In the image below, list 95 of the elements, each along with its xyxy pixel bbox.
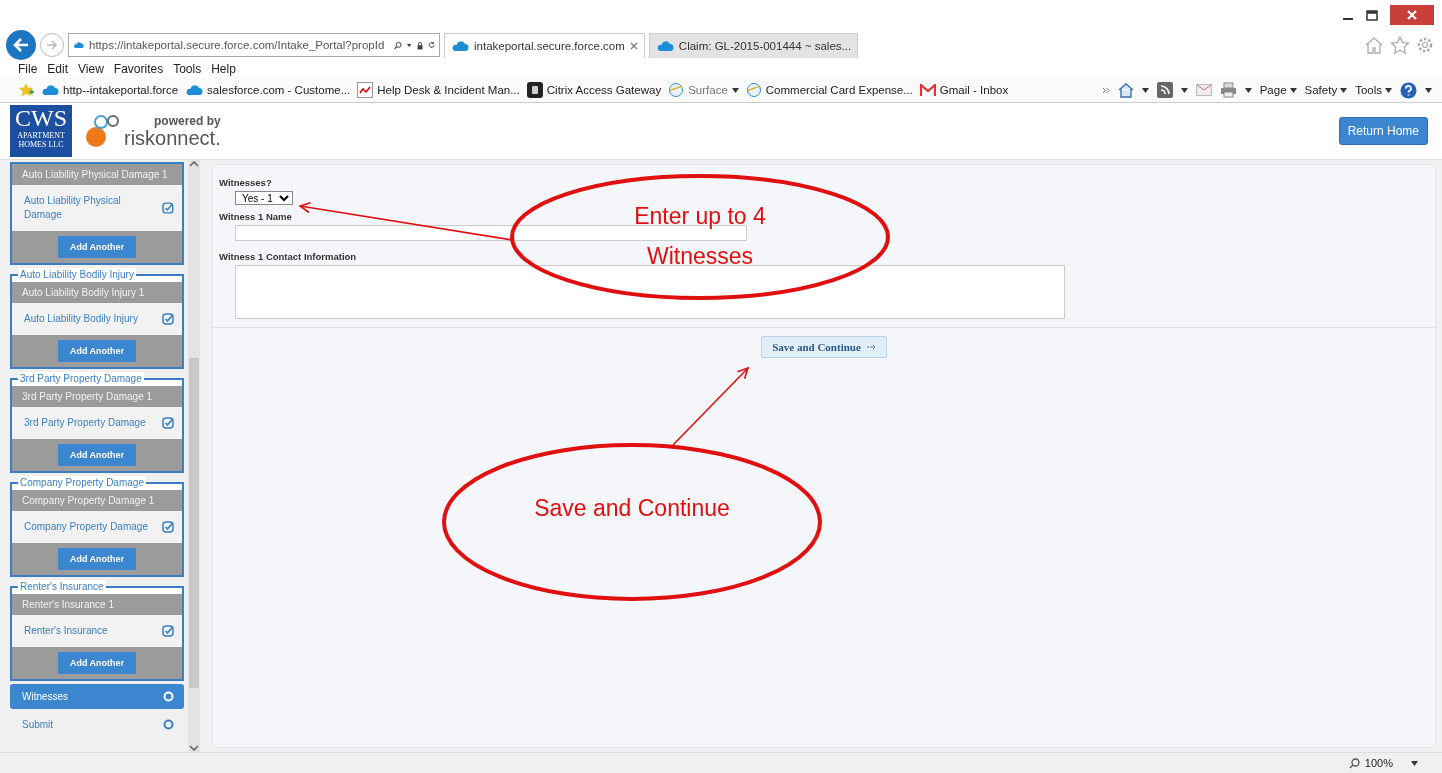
group-title: Company Property Damage — [18, 476, 146, 489]
cloud-icon — [73, 39, 84, 51]
command-menu[interactable]: Safety — [1304, 84, 1348, 96]
command-menu[interactable]: Page — [1259, 84, 1297, 96]
star-icon[interactable] — [1390, 36, 1410, 54]
browser-tab[interactable]: Claim: GL-2015-001444 ~ sales... — [648, 32, 859, 58]
citrix-icon — [526, 82, 543, 98]
contact-input-field[interactable] — [235, 265, 1065, 319]
nav-item[interactable]: Submit — [10, 712, 184, 737]
record-link[interactable]: Renter's Insurance — [12, 615, 182, 647]
witnesses-select[interactable]: Yes - 1 — [235, 191, 293, 205]
add-another-button[interactable]: Add Another — [57, 236, 137, 258]
menu-item[interactable]: Help — [211, 62, 236, 76]
record-link[interactable]: Company Property Damage — [12, 511, 182, 543]
group-title: Renter's Insurance — [18, 580, 106, 593]
caret-icon — [1411, 760, 1418, 766]
favorites-link[interactable]: Gmail - Inbox — [919, 84, 1009, 96]
record-header: 3rd Party Property Damage 1 — [12, 386, 182, 407]
close-icon[interactable] — [629, 41, 638, 50]
mail-icon — [919, 84, 936, 96]
add-another-button[interactable]: Add Another — [57, 444, 137, 466]
globe-page-icon — [668, 82, 685, 98]
scrollbar-thumb[interactable] — [189, 358, 199, 688]
menu-item[interactable]: Edit — [47, 62, 69, 76]
annotation-text: Save and Continue — [533, 494, 731, 523]
refresh-icon[interactable] — [427, 39, 435, 51]
annotation-text: Enter up to 4 Witnesses — [633, 202, 767, 271]
group-title: 3rd Party Property Damage — [18, 372, 144, 385]
feed-icon[interactable] — [1156, 82, 1173, 98]
mail-icon[interactable] — [1195, 84, 1212, 96]
arrow-icon — [866, 344, 876, 350]
caret-icon — [1289, 87, 1297, 93]
left-arrow-icon — [13, 38, 29, 52]
field-label: Witness 1 Contact Information — [219, 251, 357, 262]
menu-item[interactable]: Favorites — [113, 62, 164, 76]
brand-text: riskonnect. — [124, 128, 221, 148]
favorites-link[interactable]: Citrix Access Gateway — [526, 82, 662, 98]
command-menu[interactable]: Tools — [1355, 84, 1392, 96]
company-logo: CWS APARTMENT HOMES LLC — [10, 105, 72, 157]
restore-icon[interactable] — [1366, 9, 1378, 21]
help-icon[interactable] — [1400, 81, 1417, 99]
record-link[interactable]: Auto Liability Bodily Injury — [12, 303, 182, 335]
browser-tab[interactable]: intakeportal.secure.force.com — [444, 32, 645, 58]
close-icon — [1407, 10, 1417, 20]
scroll-up-icon[interactable] — [189, 160, 199, 168]
globe-page-icon — [745, 82, 762, 98]
caret-icon — [1244, 87, 1252, 93]
caret-icon — [1425, 87, 1432, 93]
favorites-link[interactable]: salesforce.com - Custome... — [185, 84, 351, 96]
favorites-link[interactable]: Surface — [668, 82, 739, 98]
powered-by-text: powered by — [154, 114, 221, 128]
favorites-link[interactable]: Help Desk & Incident Man... — [357, 82, 520, 98]
favorites-link[interactable]: Commercial Card Expense... — [745, 82, 913, 98]
chart-icon — [357, 82, 374, 98]
scroll-down-icon[interactable] — [189, 744, 199, 752]
home-icon[interactable] — [1117, 82, 1134, 98]
record-header: Renter's Insurance 1 — [12, 594, 182, 615]
return-home-button[interactable]: Return Home — [1338, 117, 1428, 145]
caret-icon — [1180, 87, 1188, 93]
menu-item[interactable]: View — [78, 62, 104, 76]
caret-icon — [407, 42, 412, 48]
record-header: Auto Liability Bodily Injury 1 — [12, 282, 182, 303]
address-field[interactable]: https://intakeportal.secure.force.com/Intake_Portal?propId — [68, 33, 440, 57]
add-another-button[interactable]: Add Another — [57, 548, 137, 570]
zoom-level[interactable]: 100% — [1364, 757, 1393, 769]
cloud-icon — [41, 84, 59, 96]
close-button[interactable] — [1390, 5, 1434, 25]
record-link[interactable]: Auto Liability Physical Damage — [12, 185, 182, 231]
url-text: https://intakeportal.secure.force.com/Intake_Portal?propId — [89, 39, 385, 51]
caret-icon — [1340, 87, 1348, 93]
molecule-logo-icon — [84, 113, 120, 149]
star-icon[interactable] — [18, 82, 34, 98]
cloud-icon — [185, 84, 204, 96]
caret-icon — [1141, 87, 1149, 93]
cloud-icon — [655, 39, 674, 52]
menu-item[interactable]: Tools — [173, 62, 202, 76]
chevrons-icon[interactable] — [1101, 86, 1110, 94]
zoom-icon[interactable] — [1348, 757, 1360, 769]
add-another-button[interactable]: Add Another — [57, 340, 137, 362]
save-and-continue-button[interactable]: Save and Continue — [761, 336, 887, 358]
favorites-link[interactable]: http--intakeportal.force — [41, 84, 179, 96]
add-another-button[interactable]: Add Another — [57, 652, 137, 674]
caret-icon — [731, 87, 739, 93]
field-label: Witness 1 Name — [219, 211, 292, 222]
record-link[interactable]: 3rd Party Property Damage — [12, 407, 182, 439]
back-button[interactable] — [6, 30, 36, 60]
printer-icon[interactable] — [1219, 82, 1237, 98]
field-label: Witnesses? — [219, 177, 272, 188]
caret-icon — [1385, 87, 1392, 93]
group-title: Auto Liability Bodily Injury — [18, 268, 136, 281]
right-arrow-icon — [46, 40, 58, 50]
nav-item[interactable]: Witnesses — [10, 684, 184, 709]
record-header: Company Property Damage 1 — [12, 490, 182, 511]
cloud-icon — [451, 39, 469, 52]
menu-item[interactable]: File — [18, 62, 38, 76]
